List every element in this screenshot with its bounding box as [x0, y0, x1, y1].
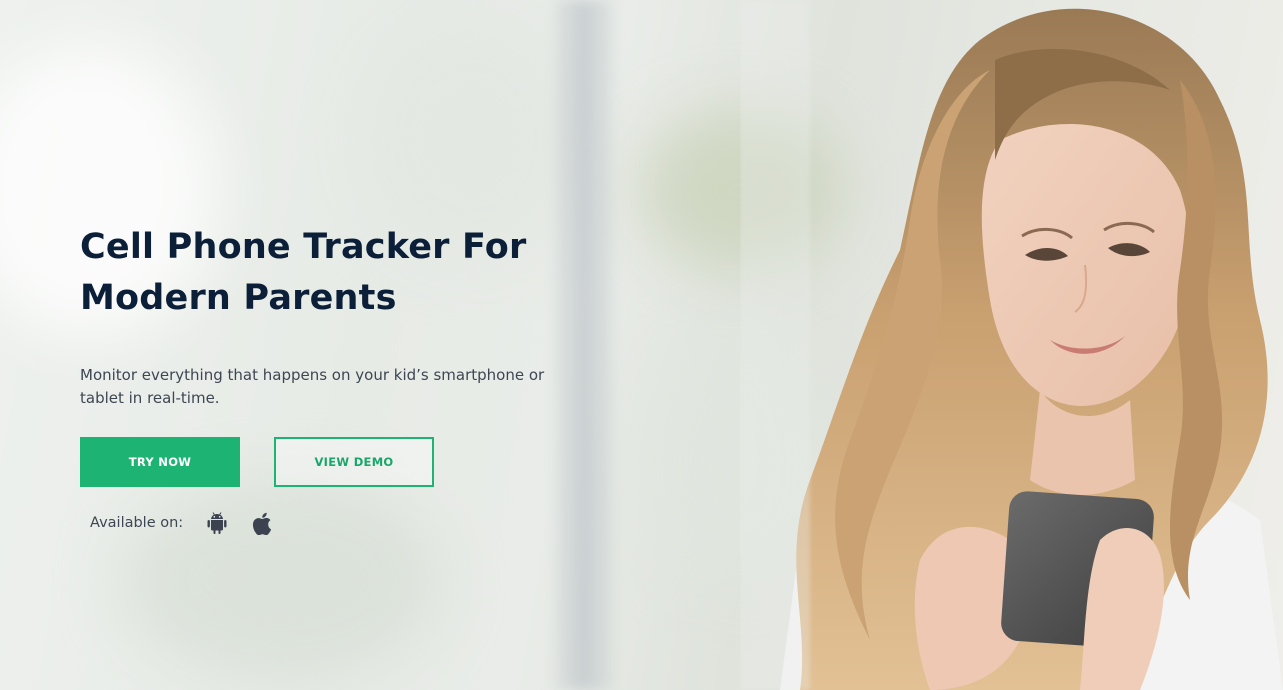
try-now-button[interactable]: TRY NOW — [80, 437, 240, 487]
hero-subtitle: Monitor everything that happens on your … — [80, 366, 545, 407]
cta-buttons: TRY NOW VIEW DEMO — [80, 437, 434, 487]
page-title: Cell Phone Tracker For Modern Parents — [80, 222, 600, 324]
hero-content: Cell Phone Tracker For Modern Parents Mo… — [80, 222, 600, 410]
available-label: Available on: — [90, 515, 184, 531]
android-icon[interactable] — [205, 510, 229, 536]
woman-with-phone-image — [740, 0, 1283, 690]
title-line-2: Modern Parents — [80, 278, 397, 318]
hero-section: Cell Phone Tracker For Modern Parents Mo… — [0, 0, 1283, 690]
apple-icon[interactable] — [250, 510, 274, 536]
view-demo-button[interactable]: VIEW DEMO — [274, 437, 434, 487]
title-line-1: Cell Phone Tracker For — [80, 227, 527, 267]
available-platforms: Available on: — [90, 508, 295, 538]
